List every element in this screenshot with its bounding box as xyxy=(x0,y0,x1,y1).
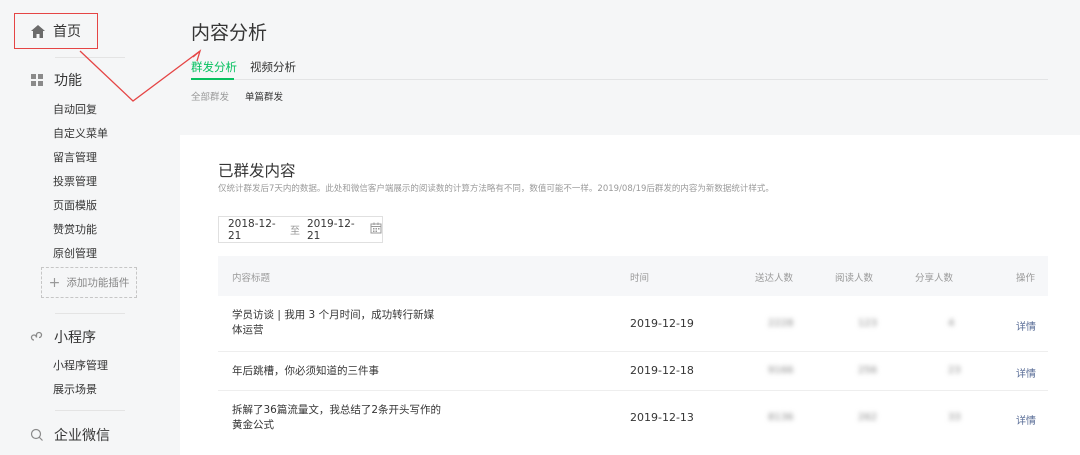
header-action: 操作 xyxy=(1016,273,1036,284)
row-title[interactable]: 学员访谈 | 我用 3 个月时间，成功转行新媒体运营 xyxy=(232,308,442,338)
sidebar-section-label: 小程序 xyxy=(54,330,96,346)
sidebar-item-custom-menu[interactable]: 自定义菜单 xyxy=(53,125,108,141)
subtab-single-send[interactable]: 单篇群发 xyxy=(245,89,283,103)
sidebar-item-home[interactable]: 首页 xyxy=(14,13,98,49)
active-tab-indicator xyxy=(191,78,234,80)
date-from: 2018-12-21 xyxy=(228,217,276,242)
date-separator: 至 xyxy=(290,226,300,237)
grid-icon xyxy=(30,73,44,87)
row-read: 262 xyxy=(858,412,878,423)
card-description: 仅统计群发后7天内的数据。此处和微信客户端展示的阅读数的计算方法略有不同，数值可… xyxy=(218,184,774,194)
row-share: 23 xyxy=(948,365,961,376)
row-sent: 8136 xyxy=(768,412,794,423)
add-plugin-label: 添加功能插件 xyxy=(66,277,130,289)
sidebar-section-features[interactable]: 功能 xyxy=(30,70,82,90)
row-title[interactable]: 拆解了36篇流量文，我总结了2条开头写作的黄金公式 xyxy=(232,403,442,433)
page-title: 内容分析 xyxy=(191,22,268,44)
row-detail-link[interactable]: 详情 xyxy=(1016,365,1036,380)
row-detail-link[interactable]: 详情 xyxy=(1016,318,1036,333)
row-share: 4 xyxy=(948,318,955,329)
table-row: 拆解了36篇流量文，我总结了2条开头写作的黄金公式 2019-12-13 813… xyxy=(218,390,1048,445)
sidebar-section-wecom[interactable]: 企业微信 xyxy=(30,425,110,445)
calendar-icon xyxy=(370,222,382,237)
divider xyxy=(55,57,125,58)
tab-video-analysis[interactable]: 视频分析 xyxy=(250,59,296,75)
card-title: 已群发内容 xyxy=(218,162,296,180)
sidebar-item-miniprogram-manage[interactable]: 小程序管理 xyxy=(53,357,108,373)
row-time: 2019-12-18 xyxy=(630,364,694,377)
header-sent: 送达人数 xyxy=(755,273,794,284)
header-title: 内容标题 xyxy=(232,273,271,284)
sidebar-home-label: 首页 xyxy=(53,24,81,40)
tab-bar: 群发分析 视频分析 xyxy=(191,59,1048,80)
sidebar-item-reward[interactable]: 赞赏功能 xyxy=(53,221,97,237)
date-range-picker[interactable]: 2018-12-21 至 2019-12-21 xyxy=(218,216,383,243)
sidebar: 首页 功能 自动回复 自定义菜单 留言管理 投票管理 页面模版 赞赏功能 原创管… xyxy=(0,0,160,446)
sidebar-item-original[interactable]: 原创管理 xyxy=(53,245,97,261)
row-time: 2019-12-13 xyxy=(630,411,694,424)
row-sent: 9166 xyxy=(768,365,794,376)
row-read: 256 xyxy=(858,365,878,376)
header-time: 时间 xyxy=(630,273,650,284)
header-share: 分享人数 xyxy=(915,273,954,284)
header-read: 阅读人数 xyxy=(835,273,874,284)
divider xyxy=(55,313,125,314)
row-time: 2019-12-19 xyxy=(630,317,694,330)
sidebar-section-miniprogram[interactable]: 小程序 xyxy=(30,327,96,347)
plus-icon: + xyxy=(48,274,61,291)
subtab-all-sends[interactable]: 全部群发 xyxy=(191,89,229,103)
row-read: 123 xyxy=(858,318,878,329)
sidebar-section-label: 功能 xyxy=(54,73,82,89)
sidebar-item-comments[interactable]: 留言管理 xyxy=(53,149,97,165)
sidebar-item-templates[interactable]: 页面模版 xyxy=(53,197,97,213)
chat-icon xyxy=(30,428,44,442)
table-row: 年后跳槽，你必须知道的三件事 2019-12-18 9166 256 23 详情 xyxy=(218,351,1048,391)
table-header: 内容标题 时间 送达人数 阅读人数 分享人数 操作 xyxy=(218,256,1048,296)
sidebar-item-display-scenes[interactable]: 展示场景 xyxy=(53,381,97,397)
date-to: 2019-12-21 xyxy=(307,217,355,242)
add-plugin-button[interactable]: + 添加功能插件 xyxy=(41,267,137,298)
table-row: 学员访谈 | 我用 3 个月时间，成功转行新媒体运营 2019-12-19 22… xyxy=(218,296,1048,352)
sidebar-item-auto-reply[interactable]: 自动回复 xyxy=(53,101,97,117)
row-share: 33 xyxy=(948,412,961,423)
row-sent: 2228 xyxy=(768,318,794,329)
miniprogram-icon xyxy=(30,330,44,344)
tab-mass-send-analysis[interactable]: 群发分析 xyxy=(191,59,237,75)
sidebar-section-label: 企业微信 xyxy=(54,428,110,444)
sidebar-item-votes[interactable]: 投票管理 xyxy=(53,173,97,189)
content-card: 已群发内容 仅统计群发后7天内的数据。此处和微信客户端展示的阅读数的计算方法略有… xyxy=(180,135,1080,455)
divider xyxy=(55,410,125,411)
row-title[interactable]: 年后跳槽，你必须知道的三件事 xyxy=(232,364,442,379)
home-icon xyxy=(31,24,45,38)
row-detail-link[interactable]: 详情 xyxy=(1016,412,1036,427)
